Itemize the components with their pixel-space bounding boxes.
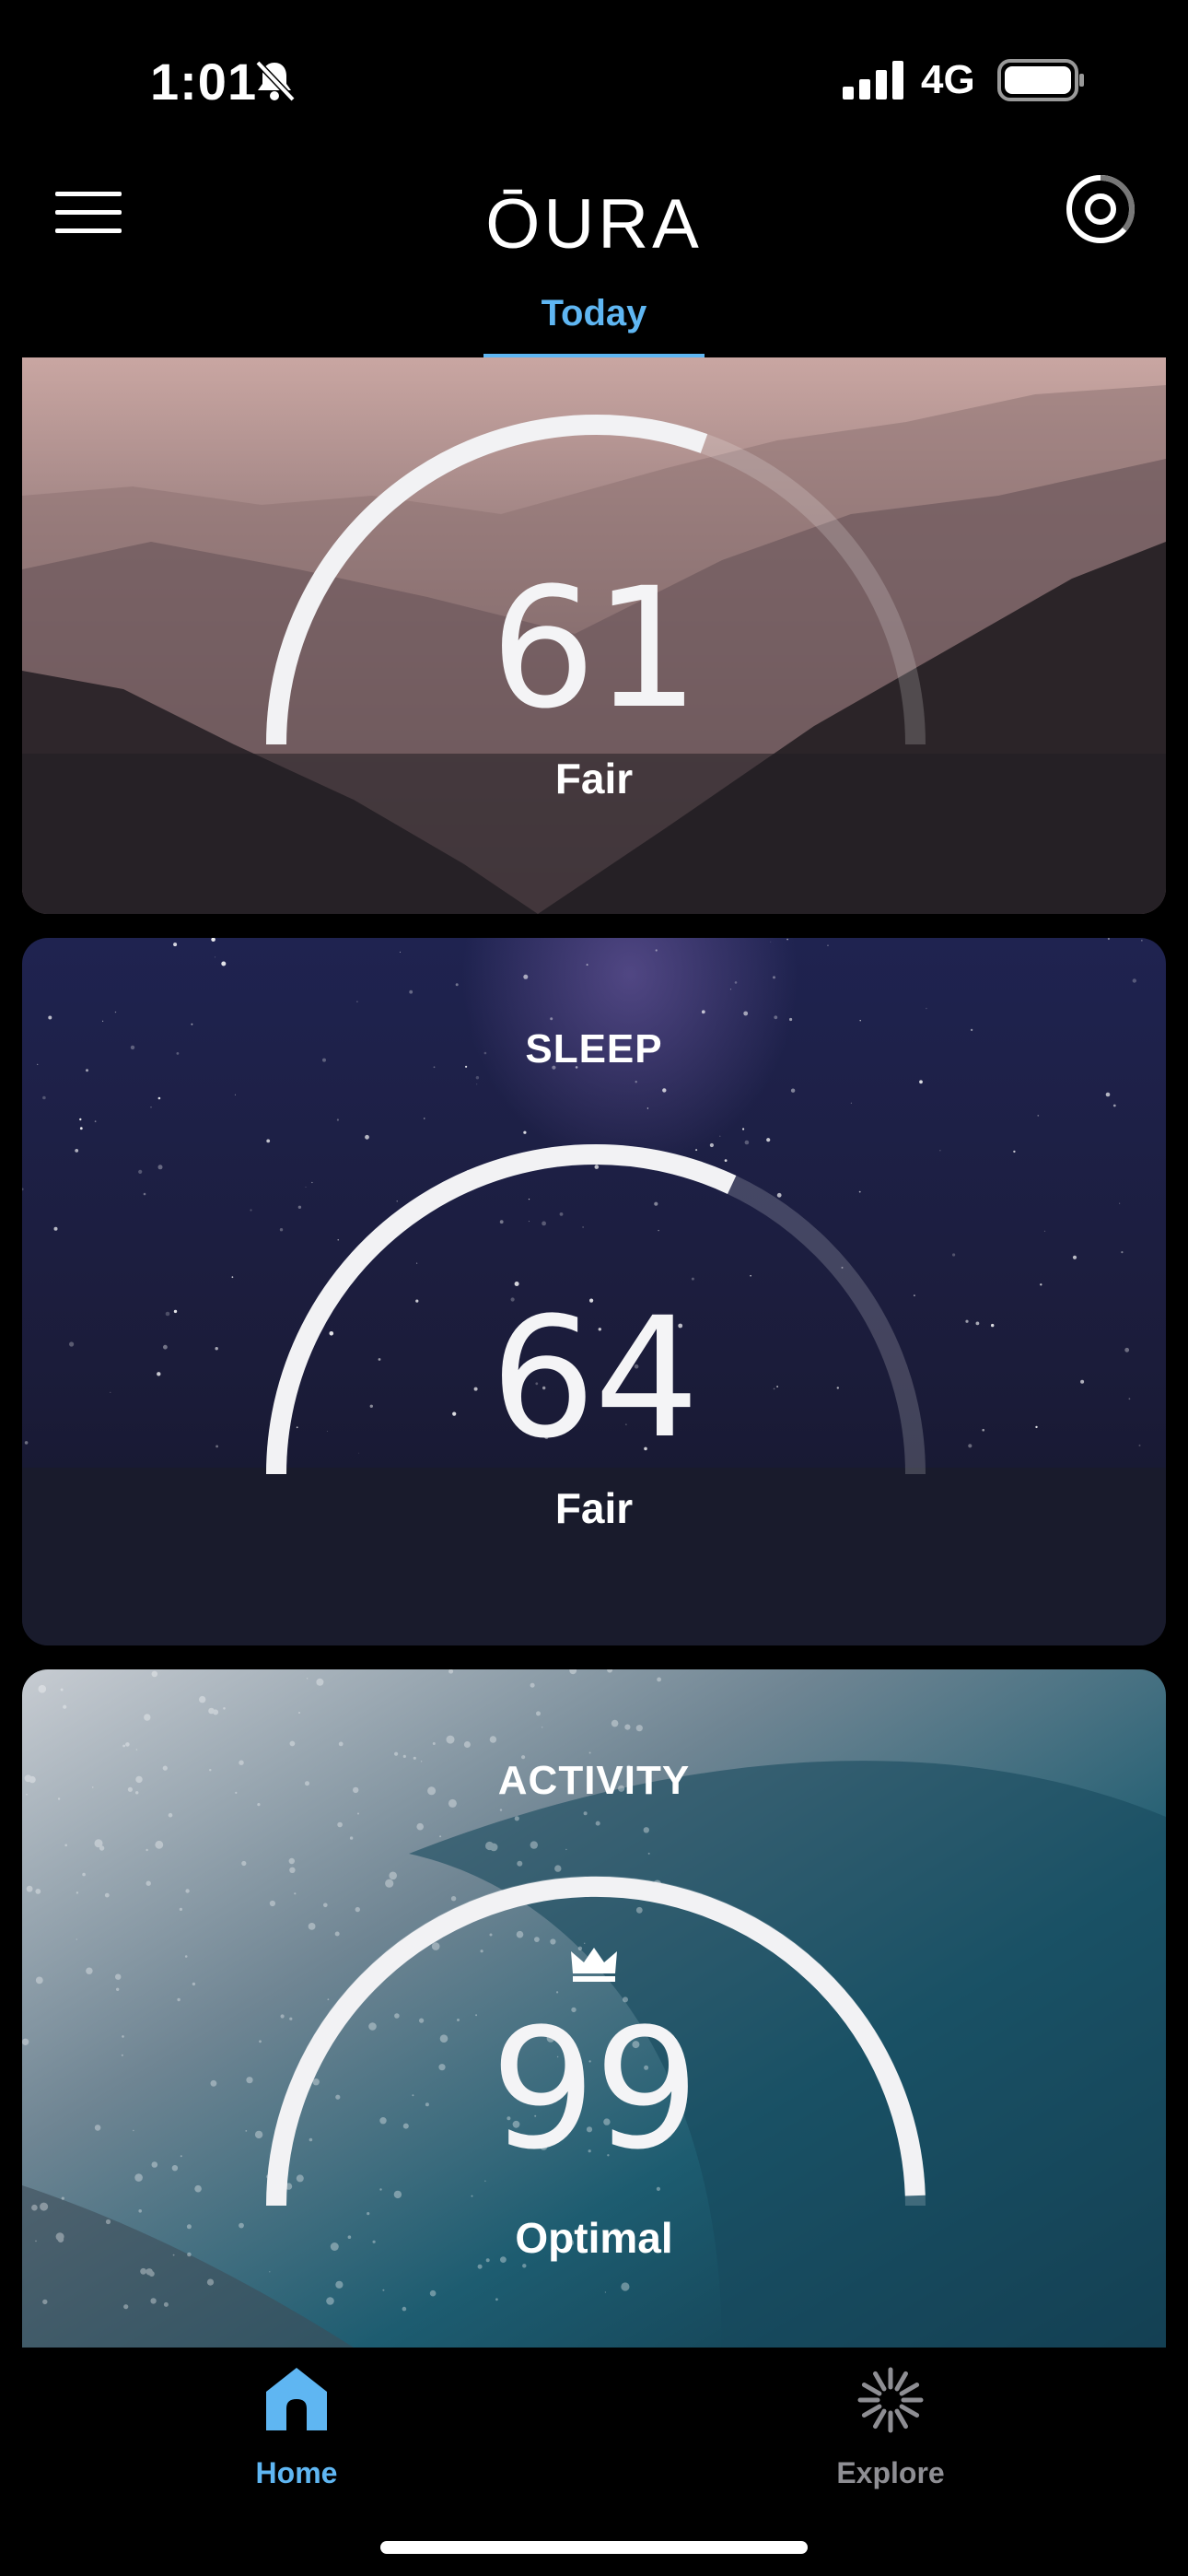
explore-ray [894,2371,908,2392]
activity-status: Optimal [515,2214,673,2262]
nav-explore[interactable]: Explore [771,2366,1010,2495]
explore-ray [899,2404,920,2418]
home-icon [266,2368,327,2430]
battery-icon [997,59,1084,101]
tab-today[interactable]: Today [483,293,705,357]
explore-ray [861,2383,882,2396]
readiness-status: Fair [554,755,634,802]
crown-icon [571,1948,617,1982]
oura-logo: ŌURA [485,185,703,263]
explore-ray [873,2408,887,2430]
ring-status-icon[interactable] [1064,172,1137,246]
app-header: ŌURA Today [0,157,1188,358]
sleep-status: Fair [554,1484,634,1532]
bell-muted-icon [255,60,296,102]
activity-score: 99 [490,1994,699,2186]
explore-icon [857,2367,924,2433]
explore-ray [899,2383,920,2396]
network-type: 4G [921,57,975,102]
readiness-card[interactable]: 61 Fair [22,357,1166,914]
nav-explore-label: Explore [836,2456,945,2489]
explore-ray [861,2404,882,2418]
cellular-signal-icon [843,61,903,100]
home-indicator [380,2541,808,2554]
readiness-score: 61 [490,553,699,745]
explore-ray [894,2408,908,2430]
sleep-card[interactable]: SLEEP 64 Fair [22,938,1166,1645]
activity-card[interactable]: ACTIVITY 99 Optimal [22,1669,1166,2348]
nav-home-label: Home [255,2456,338,2489]
explore-ray [873,2371,887,2392]
sleep-score: 64 [490,1282,699,1475]
status-time: 1:01 [150,53,258,111]
nav-home[interactable]: Home [177,2366,416,2495]
status-bar: 1:01 4G [0,0,1188,157]
